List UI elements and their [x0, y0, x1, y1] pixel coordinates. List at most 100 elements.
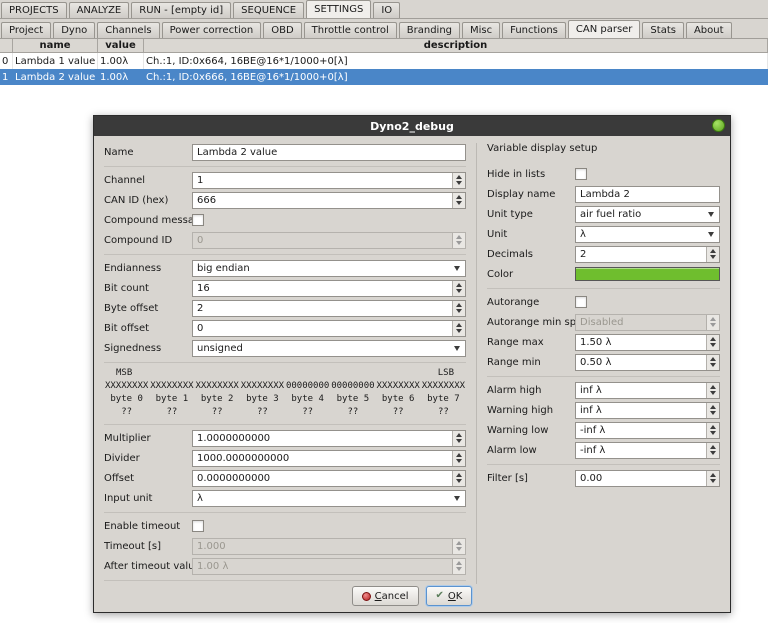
tab-branding[interactable]: Branding [399, 22, 460, 38]
spinner-up-icon[interactable] [710, 425, 716, 429]
tab-projects[interactable]: PROJECTS [1, 2, 67, 18]
spinner-down-icon[interactable] [456, 241, 462, 245]
range-min-spinner[interactable]: 0.50 λ [575, 354, 720, 371]
spinner-up-icon[interactable] [456, 323, 462, 327]
spinner-down-icon[interactable] [456, 201, 462, 205]
spinner-down-icon[interactable] [710, 479, 716, 483]
dropdown-arrow-icon[interactable] [708, 232, 714, 237]
spinner-down-icon[interactable] [456, 459, 462, 463]
table-row[interactable]: 0 Lambda 1 value 1.00λ Ch.:1, ID:0x664, … [0, 53, 768, 69]
spinner-up-icon[interactable] [710, 249, 716, 253]
spinner-buttons[interactable] [706, 335, 719, 350]
spinner-buttons[interactable] [452, 559, 465, 574]
tab-sequence[interactable]: SEQUENCE [233, 2, 304, 18]
signedness-select[interactable]: unsigned [192, 340, 466, 357]
spinner-up-icon[interactable] [710, 405, 716, 409]
dropdown-arrow-icon[interactable] [708, 212, 714, 217]
tab-settings[interactable]: SETTINGS [306, 0, 371, 18]
header-value[interactable]: value [98, 39, 144, 52]
enable-timeout-checkbox[interactable] [192, 520, 204, 532]
spinner-buttons[interactable] [452, 321, 465, 336]
multiplier-spinner[interactable]: 1.0000000000 [192, 430, 466, 447]
spinner-buttons[interactable] [452, 431, 465, 446]
tab-can-parser[interactable]: CAN parser [568, 20, 641, 38]
spinner-buttons[interactable] [706, 355, 719, 370]
filter-spinner[interactable]: 0.00 [575, 470, 720, 487]
spinner-up-icon[interactable] [710, 385, 716, 389]
dropdown-arrow-icon[interactable] [454, 496, 460, 501]
tab-functions[interactable]: Functions [502, 22, 566, 38]
spinner-up-icon[interactable] [456, 561, 462, 565]
warning-high-spinner[interactable]: inf λ [575, 402, 720, 419]
tab-analyze[interactable]: ANALYZE [69, 2, 130, 18]
spinner-up-icon[interactable] [456, 433, 462, 437]
spinner-buttons[interactable] [452, 539, 465, 554]
tab-io[interactable]: IO [373, 2, 400, 18]
spinner-down-icon[interactable] [456, 439, 462, 443]
spinner-buttons[interactable] [706, 403, 719, 418]
tab-power-correction[interactable]: Power correction [162, 22, 262, 38]
alarm-high-spinner[interactable]: inf λ [575, 382, 720, 399]
spinner-down-icon[interactable] [710, 343, 716, 347]
spinner-up-icon[interactable] [710, 473, 716, 477]
alarm-low-spinner[interactable]: -inf λ [575, 442, 720, 459]
close-icon[interactable] [712, 119, 725, 132]
spinner-down-icon[interactable] [456, 547, 462, 551]
spinner-down-icon[interactable] [456, 309, 462, 313]
tab-dyno[interactable]: Dyno [53, 22, 95, 38]
spinner-buttons[interactable] [452, 451, 465, 466]
byte-offset-spinner[interactable]: 2 [192, 300, 466, 317]
spinner-down-icon[interactable] [710, 255, 716, 259]
spinner-buttons[interactable] [452, 471, 465, 486]
spinner-buttons[interactable] [452, 301, 465, 316]
warning-low-spinner[interactable]: -inf λ [575, 422, 720, 439]
offset-spinner[interactable]: 0.0000000000 [192, 470, 466, 487]
decimals-spinner[interactable]: 2 [575, 246, 720, 263]
spinner-up-icon[interactable] [710, 445, 716, 449]
bit-offset-spinner[interactable]: 0 [192, 320, 466, 337]
cancel-button[interactable]: Cancel [352, 586, 419, 606]
color-button[interactable] [575, 267, 720, 281]
spinner-up-icon[interactable] [456, 453, 462, 457]
spinner-up-icon[interactable] [710, 317, 716, 321]
spinner-up-icon[interactable] [456, 473, 462, 477]
unit-select[interactable]: λ [575, 226, 720, 243]
tab-about[interactable]: About [686, 22, 732, 38]
can-id-spinner[interactable]: 666 [192, 192, 466, 209]
spinner-down-icon[interactable] [710, 451, 716, 455]
spinner-buttons[interactable] [452, 173, 465, 188]
name-input[interactable]: Lambda 2 value [192, 144, 466, 161]
spinner-up-icon[interactable] [456, 175, 462, 179]
display-name-input[interactable]: Lambda 2 [575, 186, 720, 203]
bit-count-spinner[interactable]: 16 [192, 280, 466, 297]
tab-run[interactable]: RUN - [empty id] [131, 2, 231, 18]
spinner-down-icon[interactable] [456, 329, 462, 333]
dialog-titlebar[interactable]: Dyno2_debug [94, 116, 730, 136]
spinner-up-icon[interactable] [456, 235, 462, 239]
spinner-down-icon[interactable] [710, 431, 716, 435]
tab-misc[interactable]: Misc [462, 22, 500, 38]
autorange-checkbox[interactable] [575, 296, 587, 308]
table-row-selected[interactable]: 1 Lambda 2 value 1.00λ Ch.:1, ID:0x666, … [0, 69, 768, 85]
tab-channels[interactable]: Channels [97, 22, 159, 38]
spinner-buttons[interactable] [706, 383, 719, 398]
tab-throttle-control[interactable]: Throttle control [304, 22, 397, 38]
spinner-down-icon[interactable] [456, 289, 462, 293]
tab-stats[interactable]: Stats [642, 22, 684, 38]
spinner-down-icon[interactable] [456, 181, 462, 185]
spinner-up-icon[interactable] [456, 283, 462, 287]
unit-type-select[interactable]: air fuel ratio [575, 206, 720, 223]
header-name[interactable]: name [13, 39, 98, 52]
tab-project[interactable]: Project [1, 22, 51, 38]
range-max-spinner[interactable]: 1.50 λ [575, 334, 720, 351]
spinner-buttons[interactable] [706, 423, 719, 438]
spinner-buttons[interactable] [452, 233, 465, 248]
spinner-buttons[interactable] [706, 247, 719, 262]
dropdown-arrow-icon[interactable] [454, 266, 460, 271]
channel-spinner[interactable]: 1 [192, 172, 466, 189]
spinner-down-icon[interactable] [456, 479, 462, 483]
input-unit-select[interactable]: λ [192, 490, 466, 507]
spinner-buttons[interactable] [452, 193, 465, 208]
spinner-down-icon[interactable] [710, 411, 716, 415]
spinner-buttons[interactable] [706, 471, 719, 486]
